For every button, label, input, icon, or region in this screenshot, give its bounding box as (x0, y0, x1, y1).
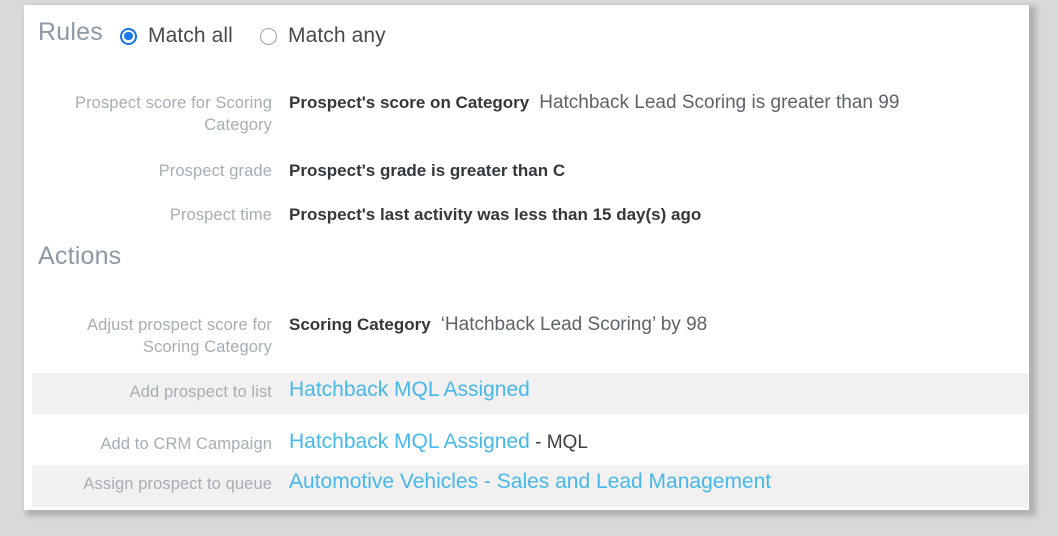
rule-label-prospect-grade: Prospect grade (158, 162, 272, 180)
rules-section-heading: Rules (38, 18, 103, 46)
action-value-plain-adjust-score: ‘Hatchback Lead Scoring’ by 98 (440, 314, 708, 335)
radio-label-match-any: Match any (288, 24, 386, 47)
radio-unselected-icon[interactable] (260, 27, 277, 45)
radio-selected-icon[interactable] (120, 27, 137, 45)
actions-section-heading: Actions (38, 242, 122, 270)
rule-value-bold-prospect-time: Prospect's last activity was less than 1… (289, 205, 702, 224)
rule-row-prospect-score: Prospect score for Scoring Category Pros… (32, 89, 1028, 145)
automation-rule-card: Rules Match all Match any Prospect score… (24, 5, 1029, 510)
action-suffix-mql: - MQL (529, 432, 588, 453)
action-row-adjust-score: Adjust prospect score for Scoring Catego… (32, 311, 1028, 367)
action-label-assign-prospect-to-queue: Assign prospect to queue (83, 475, 272, 493)
action-value-add-to-crm-campaign: Hatchback MQL Assigned - MQL (272, 425, 1028, 454)
action-row-add-prospect-to-list: Add prospect to list Hatchback MQL Assig… (32, 373, 1028, 414)
action-value-assign-prospect-to-queue: Automotive Vehicles - Sales and Lead Man… (272, 465, 1028, 494)
rule-label-prospect-score: Prospect score for Scoring Category (74, 94, 272, 134)
action-value-adjust-score: Scoring Category ‘Hatchback Lead Scoring’… (272, 311, 1028, 336)
rule-value-bold-prospect-score: Prospect's score on Category (289, 93, 530, 112)
action-value-bold-adjust-score: Scoring Category (289, 315, 431, 334)
screenshot-frame: Rules Match all Match any Prospect score… (0, 0, 1058, 536)
rule-value-plain-prospect-score: Hatchback Lead Scoring is greater than 9… (539, 92, 900, 113)
action-row-add-to-crm-campaign: Add to CRM Campaign Hatchback MQL Assign… (32, 425, 1028, 463)
rule-label-prospect-time: Prospect time (169, 206, 272, 224)
radio-option-match-all[interactable]: Match all (120, 24, 233, 48)
action-link-hatchback-mql-assigned-crm[interactable]: Hatchback MQL Assigned (289, 430, 530, 453)
rule-value-prospect-grade: Prospect's grade is greater than C (272, 157, 1028, 182)
action-row-assign-prospect-to-queue: Assign prospect to queue Automotive Vehi… (32, 465, 1028, 507)
radio-option-match-any[interactable]: Match any (260, 24, 386, 48)
action-link-automotive-vehicles-queue[interactable]: Automotive Vehicles - Sales and Lead Man… (289, 470, 771, 493)
action-label-add-prospect-to-list: Add prospect to list (129, 383, 272, 401)
rule-value-prospect-score: Prospect's score on Category Hatchback Le… (272, 89, 1028, 114)
radio-label-match-all: Match all (148, 24, 233, 47)
rule-value-bold-prospect-grade: Prospect's grade is greater than C (289, 161, 566, 180)
rule-value-prospect-time: Prospect's last activity was less than 1… (272, 201, 1028, 226)
rule-row-prospect-time: Prospect time Prospect's last activity w… (32, 201, 1028, 233)
rule-row-prospect-grade: Prospect grade Prospect's grade is great… (32, 157, 1028, 189)
action-label-adjust-score: Adjust prospect score for Scoring Catego… (87, 316, 272, 356)
action-value-add-prospect-to-list: Hatchback MQL Assigned (272, 373, 1028, 402)
action-link-hatchback-mql-assigned-list[interactable]: Hatchback MQL Assigned (289, 378, 530, 401)
action-label-add-to-crm-campaign: Add to CRM Campaign (100, 435, 272, 453)
